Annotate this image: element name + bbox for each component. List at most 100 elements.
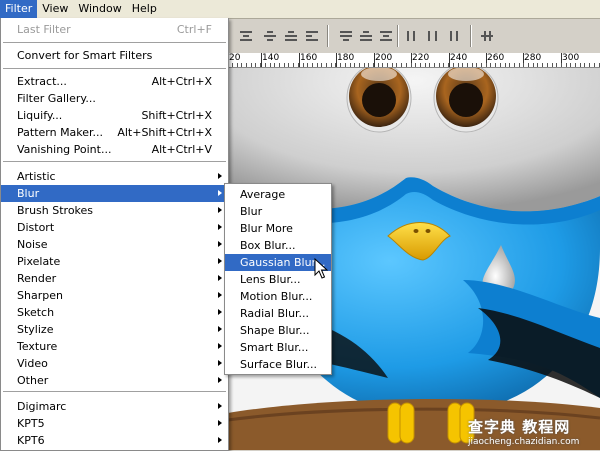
ruler-tick-label: 240 [450,53,468,63]
menu-item-filter-gallery[interactable]: Filter Gallery... [1,90,228,107]
toolbar-divider [327,25,329,47]
align-bottom-icon[interactable] [283,29,299,43]
menu-item-video[interactable]: Video [1,355,228,372]
watermark: 查字典 教程网 jiaocheng.chazidian.com [468,416,598,448]
menu-item-stylize[interactable]: Stylize [1,321,228,338]
horizontal-ruler: 20 140 160 180 200 220 240 260 280 300 [228,53,600,68]
menu-item-motion-blur[interactable]: Motion Blur... [225,288,331,305]
ruler-minor-tick [317,63,318,67]
menubar-item-window[interactable]: Window [73,0,126,18]
ruler-minor-tick [303,63,304,67]
menu-item-kpt5[interactable]: KPT5 [1,415,228,432]
menu-item-blur[interactable]: Blur [1,185,228,202]
left-eye [346,68,412,133]
menu-item-pixelate[interactable]: Pixelate [1,253,228,270]
menu-item-smart-blur[interactable]: Smart Blur... [225,339,331,356]
mouse-cursor-icon [314,258,328,279]
ruler-minor-tick [340,63,341,67]
menu-item-sketch[interactable]: Sketch [1,304,228,321]
ruler-minor-tick [429,63,430,67]
ruler-minor-tick [594,63,595,67]
menu-item-artistic[interactable]: Artistic [1,168,228,185]
watermark-brand: 查字典 教程网 [468,418,571,436]
menu-item-convert-for-smart-filters[interactable]: Convert for Smart Filters [1,47,228,64]
menu-item-render[interactable]: Render [1,270,228,287]
distribute-right-icon[interactable] [445,29,461,43]
menu-item-label: KPT5 [17,417,45,430]
menu-item-label: Render [17,272,57,285]
ruler-minor-tick [415,63,416,67]
menu-item-label: Gaussian Blur... [240,256,326,269]
menu-item-vanishing-point[interactable]: Vanishing Point... Alt+Ctrl+V [1,141,228,158]
ruler-minor-tick [505,63,506,67]
ruler-minor-tick [335,63,336,67]
distribute-left-icon[interactable] [405,29,421,43]
menu-item-label: Blur More [240,222,293,235]
ruler-minor-tick [382,63,383,67]
ruler-minor-tick [331,63,332,67]
align-top-icon[interactable] [238,29,254,43]
menu-item-distort[interactable]: Distort [1,219,228,236]
align-left-icon[interactable] [304,29,320,43]
ruler-minor-tick [514,63,515,67]
menu-item-label: Other [17,374,49,387]
menu-item-sharpen[interactable]: Sharpen [1,287,228,304]
ruler-tick-label: 160 [300,53,318,63]
ruler-minor-tick [570,63,571,67]
ruler-minor-tick [453,63,454,67]
ruler-tick-label: 200 [375,53,393,63]
distribute-center-icon[interactable] [358,29,374,43]
submenu-arrow-icon [218,437,222,443]
menubar-item-filter[interactable]: Filter [0,0,38,18]
ruler-minor-tick [246,63,247,67]
menu-item-noise[interactable]: Noise [1,236,228,253]
ruler-minor-tick [274,63,275,67]
ruler-minor-tick [448,63,449,67]
submenu-arrow-icon [218,343,222,349]
ruler-tick-label: 140 [262,53,280,63]
menu-item-liquify[interactable]: Liquify... Shift+Ctrl+X [1,107,228,124]
menu-item-blur[interactable]: Blur [225,203,331,220]
menubar-item-help[interactable]: Help [127,0,162,18]
menu-item-extract[interactable]: Extract... Alt+Ctrl+X [1,73,228,90]
menu-item-label: Vanishing Point... [17,143,112,156]
auto-align-icon[interactable] [480,29,496,43]
menu-item-digimarc[interactable]: Digimarc [1,398,228,415]
menu-item-shape-blur[interactable]: Shape Blur... [225,322,331,339]
distribute-top-icon[interactable] [338,29,354,43]
menu-item-label: Shape Blur... [240,324,310,337]
ruler-minor-tick [321,63,322,67]
ruler-minor-tick [270,63,271,67]
menu-item-blur-more[interactable]: Blur More [225,220,331,237]
menubar-item-view[interactable]: View [37,0,73,18]
menu-item-average[interactable]: Average [225,186,331,203]
submenu-arrow-icon [218,173,222,179]
menu-item-brush-strokes[interactable]: Brush Strokes [1,202,228,219]
submenu-arrow-icon [218,360,222,366]
menu-item-surface-blur[interactable]: Surface Blur... [225,356,331,373]
ruler-minor-tick [476,63,477,67]
menu-item-pattern-maker[interactable]: Pattern Maker... Alt+Shift+Ctrl+X [1,124,228,141]
menu-item-label: Noise [17,238,48,251]
menu-item-other[interactable]: Other [1,372,228,389]
menu-item-texture[interactable]: Texture [1,338,228,355]
ruler-minor-tick [533,63,534,67]
ruler-minor-tick [472,63,473,67]
ruler-minor-tick [584,63,585,67]
ruler-minor-tick [552,63,553,67]
ruler-minor-tick [495,63,496,67]
menu-item-radial-blur[interactable]: Radial Blur... [225,305,331,322]
menu-item-label: Filter Gallery... [17,92,96,105]
distribute-bottom-icon[interactable] [378,29,394,43]
ruler-minor-tick [561,63,562,67]
align-vertical-center-icon[interactable] [262,29,278,43]
menu-item-label: Texture [17,340,58,353]
menu-item-shortcut: Alt+Ctrl+V [151,143,212,156]
menu-item-label: Distort [17,221,55,234]
ruler-minor-tick [260,63,261,67]
menu-item-box-blur[interactable]: Box Blur... [225,237,331,254]
menu-item-last-filter: Last Filter Ctrl+F [1,21,228,38]
menu-item-kpt6[interactable]: KPT6 [1,432,228,449]
menu-item-label: Motion Blur... [240,290,313,303]
distribute-hcenter-icon[interactable] [425,29,441,43]
